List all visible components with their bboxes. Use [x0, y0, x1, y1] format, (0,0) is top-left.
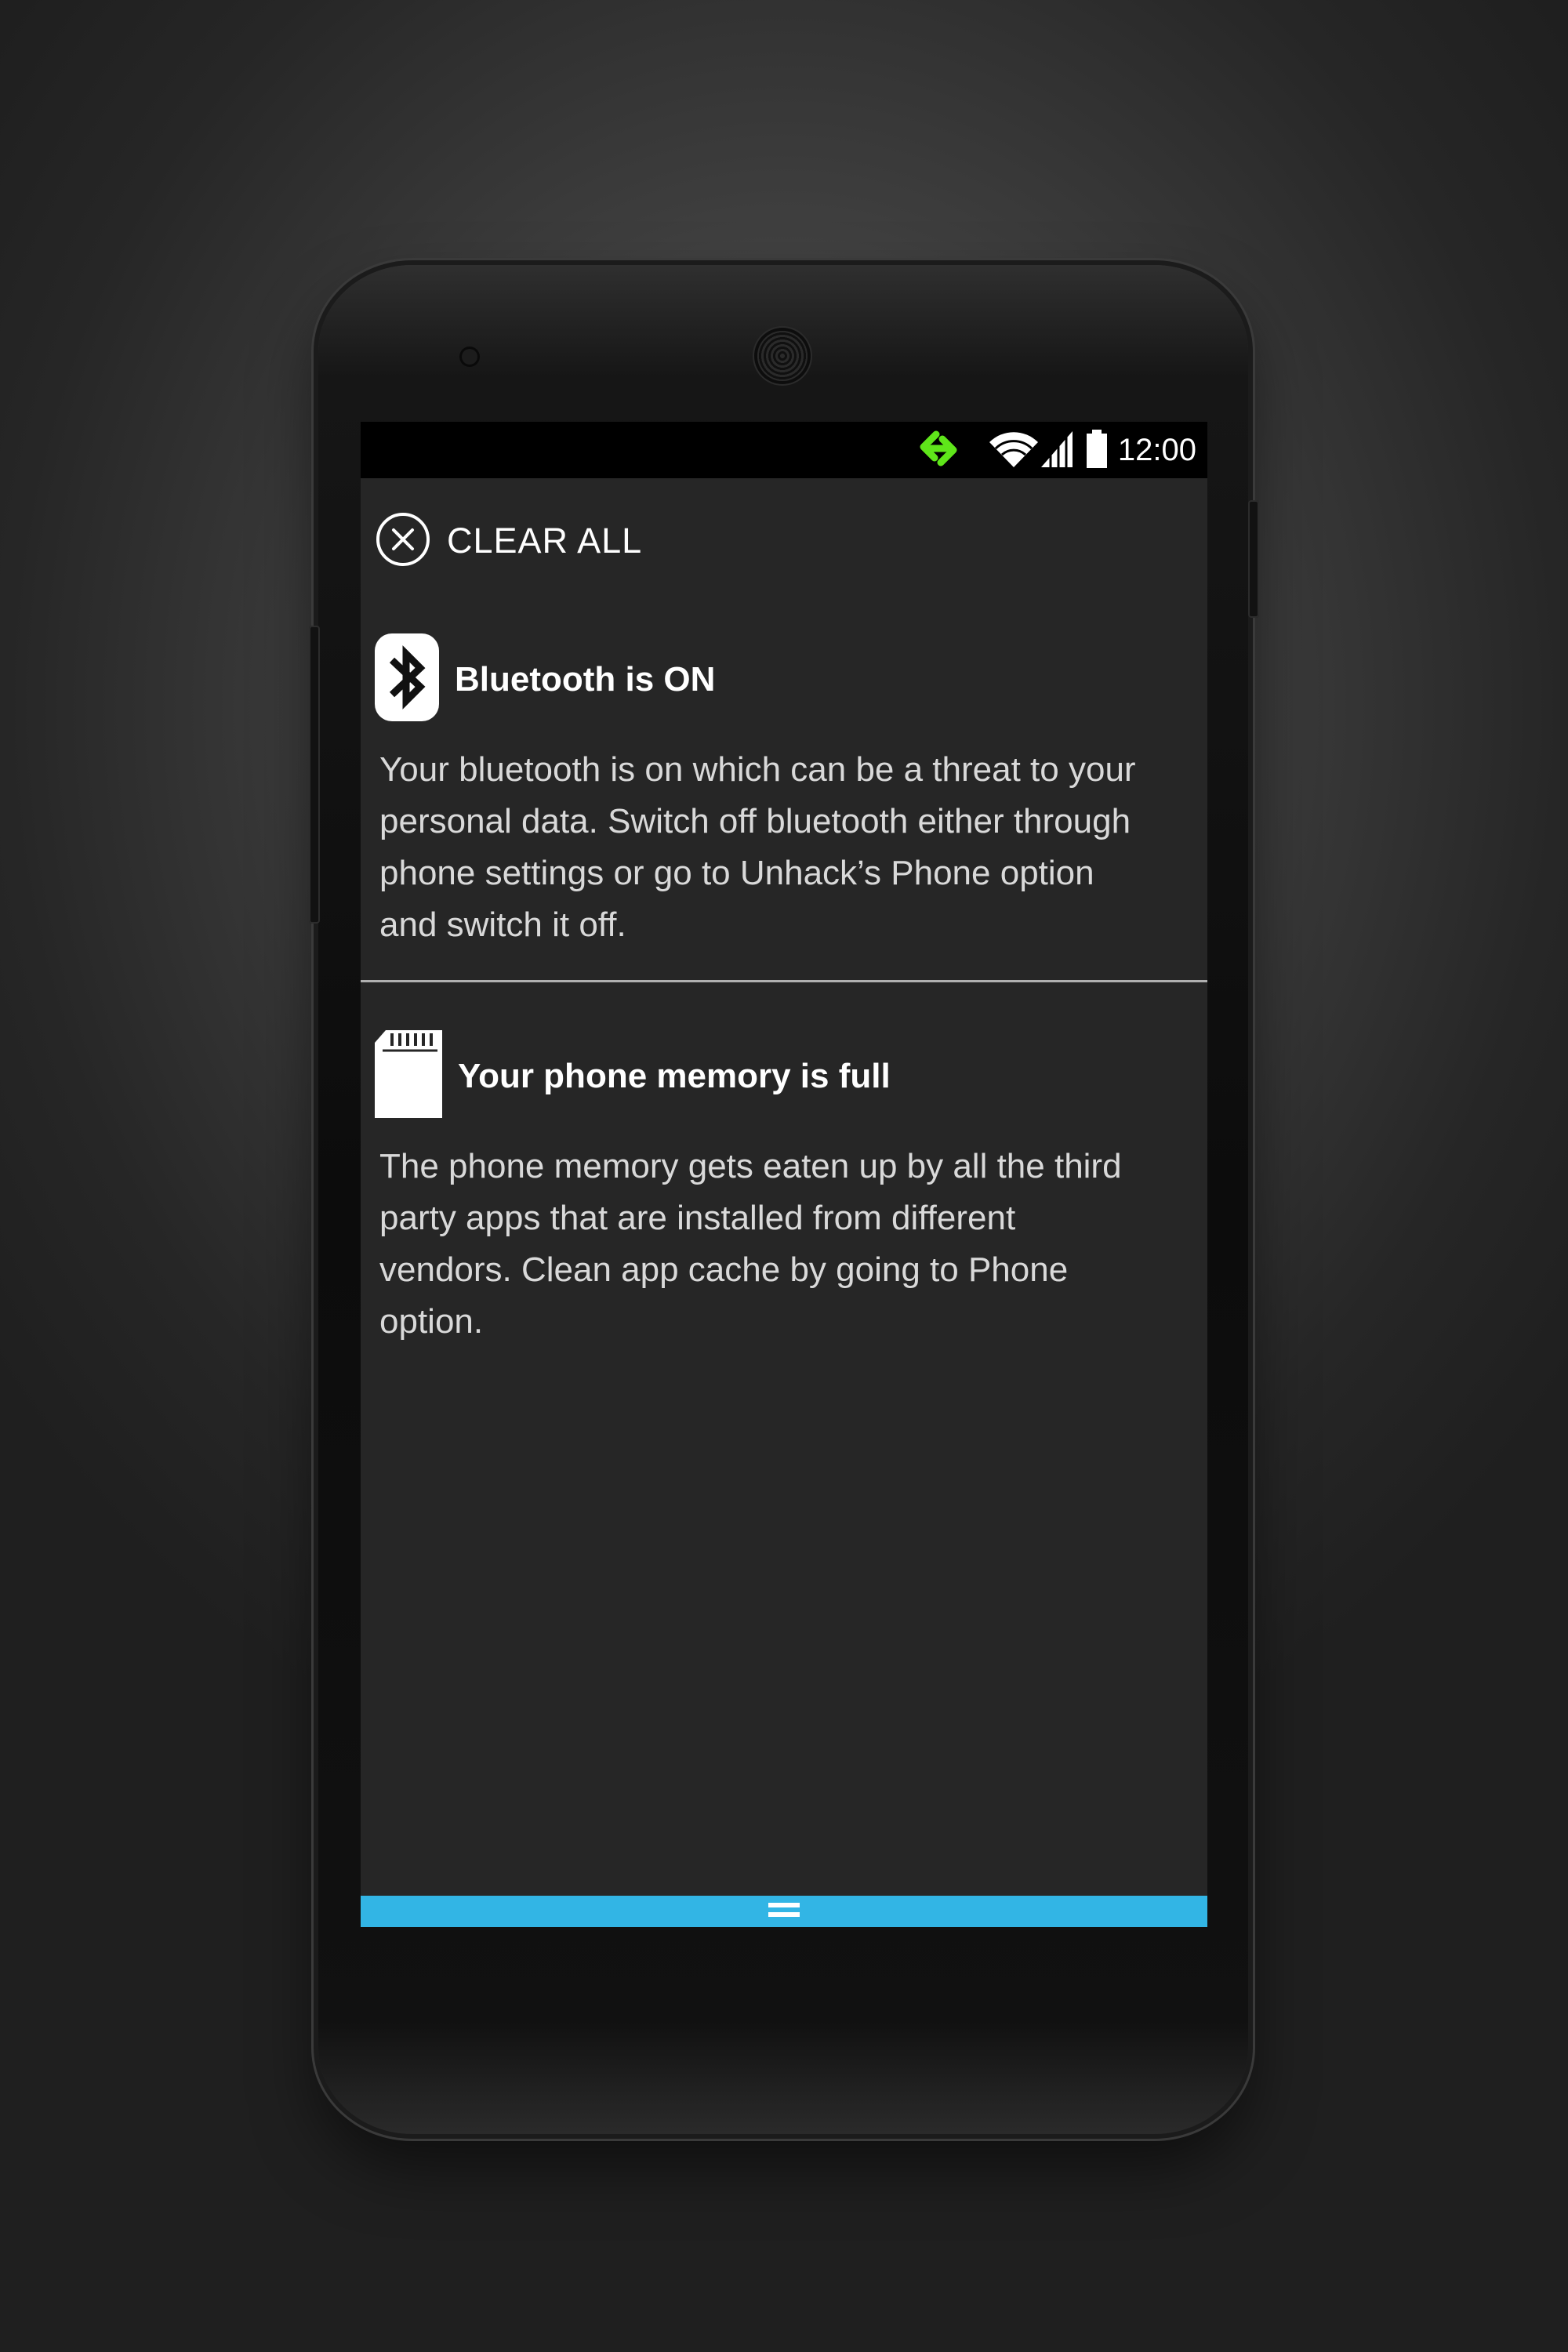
volume-button: [309, 626, 320, 924]
bluetooth-icon: [375, 633, 439, 725]
notification-title: Bluetooth is ON: [455, 659, 716, 699]
wifi-icon: [988, 428, 1040, 473]
close-circle-icon: [375, 511, 431, 572]
notification-card[interactable]: Bluetooth is ON Your bluetooth is on whi…: [361, 633, 1207, 951]
notification-body: The phone memory gets eaten up by all th…: [379, 1147, 1122, 1341]
clear-all-button[interactable]: CLEAR ALL: [375, 511, 643, 572]
bottom-drag-bar[interactable]: [361, 1896, 1207, 1927]
battery-icon: [1085, 428, 1109, 473]
earpiece-speaker: [757, 331, 808, 381]
notification-divider: [361, 980, 1207, 982]
signal-icon: [1040, 428, 1074, 473]
sd-card-icon: [375, 1030, 442, 1122]
phone-screen: 12:00 CLEAR ALL Bluetooth is ON Your blu…: [361, 422, 1207, 1927]
notification-card[interactable]: Your phone memory is full The phone memo…: [361, 1030, 1207, 1348]
notification-body: Your bluetooth is on which can be a thre…: [379, 750, 1136, 944]
front-sensor: [459, 347, 480, 367]
notification-title: Your phone memory is full: [458, 1056, 891, 1095]
status-time: 12:00: [1117, 432, 1196, 467]
status-bar: 12:00: [361, 422, 1207, 478]
drag-handle-icon: [767, 1900, 801, 1924]
phone-device: 12:00 CLEAR ALL Bluetooth is ON Your blu…: [309, 265, 1259, 2134]
clear-all-label: CLEAR ALL: [447, 521, 643, 561]
unhack-link-icon: [913, 426, 964, 474]
power-button: [1248, 500, 1259, 618]
